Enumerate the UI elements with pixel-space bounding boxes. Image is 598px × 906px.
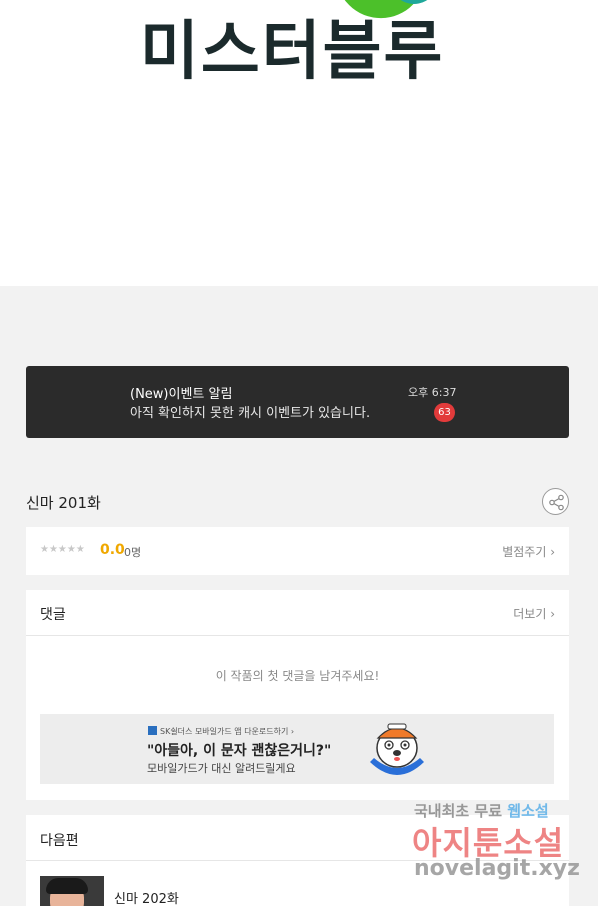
- comments-section: 댓글 더보기 › 이 작품의 첫 댓글을 남겨주세요! SK쉴더스 모바일가드 …: [26, 590, 569, 800]
- rating-score: 0.0: [100, 542, 125, 558]
- notification-title: (New)이벤트 알림: [130, 387, 233, 402]
- mascot-icon: [370, 723, 424, 775]
- event-notification[interactable]: (New)이벤트 알림 아직 확인하지 못한 캐시 이벤트가 있습니다. 오후 …: [26, 366, 569, 438]
- divider: [26, 635, 569, 636]
- next-episode-heading: 다음편: [40, 833, 79, 849]
- ad-subtext: 모바일가드가 대신 알려드릴게요: [147, 762, 296, 775]
- brand-logo-text: 미스터블루: [140, 15, 445, 89]
- notification-message: 아직 확인하지 못한 캐시 이벤트가 있습니다.: [130, 406, 371, 421]
- episode-title: 신마 201화: [26, 494, 101, 512]
- rating-card: ★★★★★ 0.0 0명 별점주기 ›: [26, 527, 569, 575]
- thumbnail-hair: [46, 878, 88, 894]
- notification-badge: 63: [434, 403, 455, 422]
- comments-heading: 댓글: [40, 607, 66, 623]
- share-button[interactable]: [542, 488, 569, 515]
- rating-count: 0명: [124, 546, 142, 559]
- ad-brand-icon: [148, 726, 157, 735]
- hero-banner: 미스터블루: [0, 0, 598, 286]
- notification-time: 오후 6:37: [408, 386, 457, 399]
- ad-headline: "아들아, 이 문자 괜찮은거니?": [147, 743, 332, 759]
- watermark: 국내최초 무료 웹소설 아지툰소설 novelagit.xyz: [412, 798, 582, 890]
- ad-brand-text: SK쉴더스 모바일가드 앱 다운로드하기 ›: [160, 727, 295, 736]
- comments-empty-message: 이 작품의 첫 댓글을 남겨주세요!: [215, 669, 380, 683]
- next-episode-thumbnail[interactable]: [40, 876, 104, 906]
- next-episode-link[interactable]: 신마 202화: [114, 888, 179, 906]
- rate-button[interactable]: 별점주기 ›: [502, 543, 555, 560]
- comments-more-link[interactable]: 더보기 ›: [513, 605, 555, 622]
- ad-brand: SK쉴더스 모바일가드 앱 다운로드하기 ›: [148, 726, 294, 737]
- watermark-url: novelagit.xyz: [414, 856, 580, 881]
- rating-stars: ★★★★★: [40, 544, 85, 555]
- ad-banner[interactable]: SK쉴더스 모바일가드 앱 다운로드하기 › "아들아, 이 문자 괜찮은거니?…: [40, 714, 554, 784]
- share-icon: [549, 494, 564, 511]
